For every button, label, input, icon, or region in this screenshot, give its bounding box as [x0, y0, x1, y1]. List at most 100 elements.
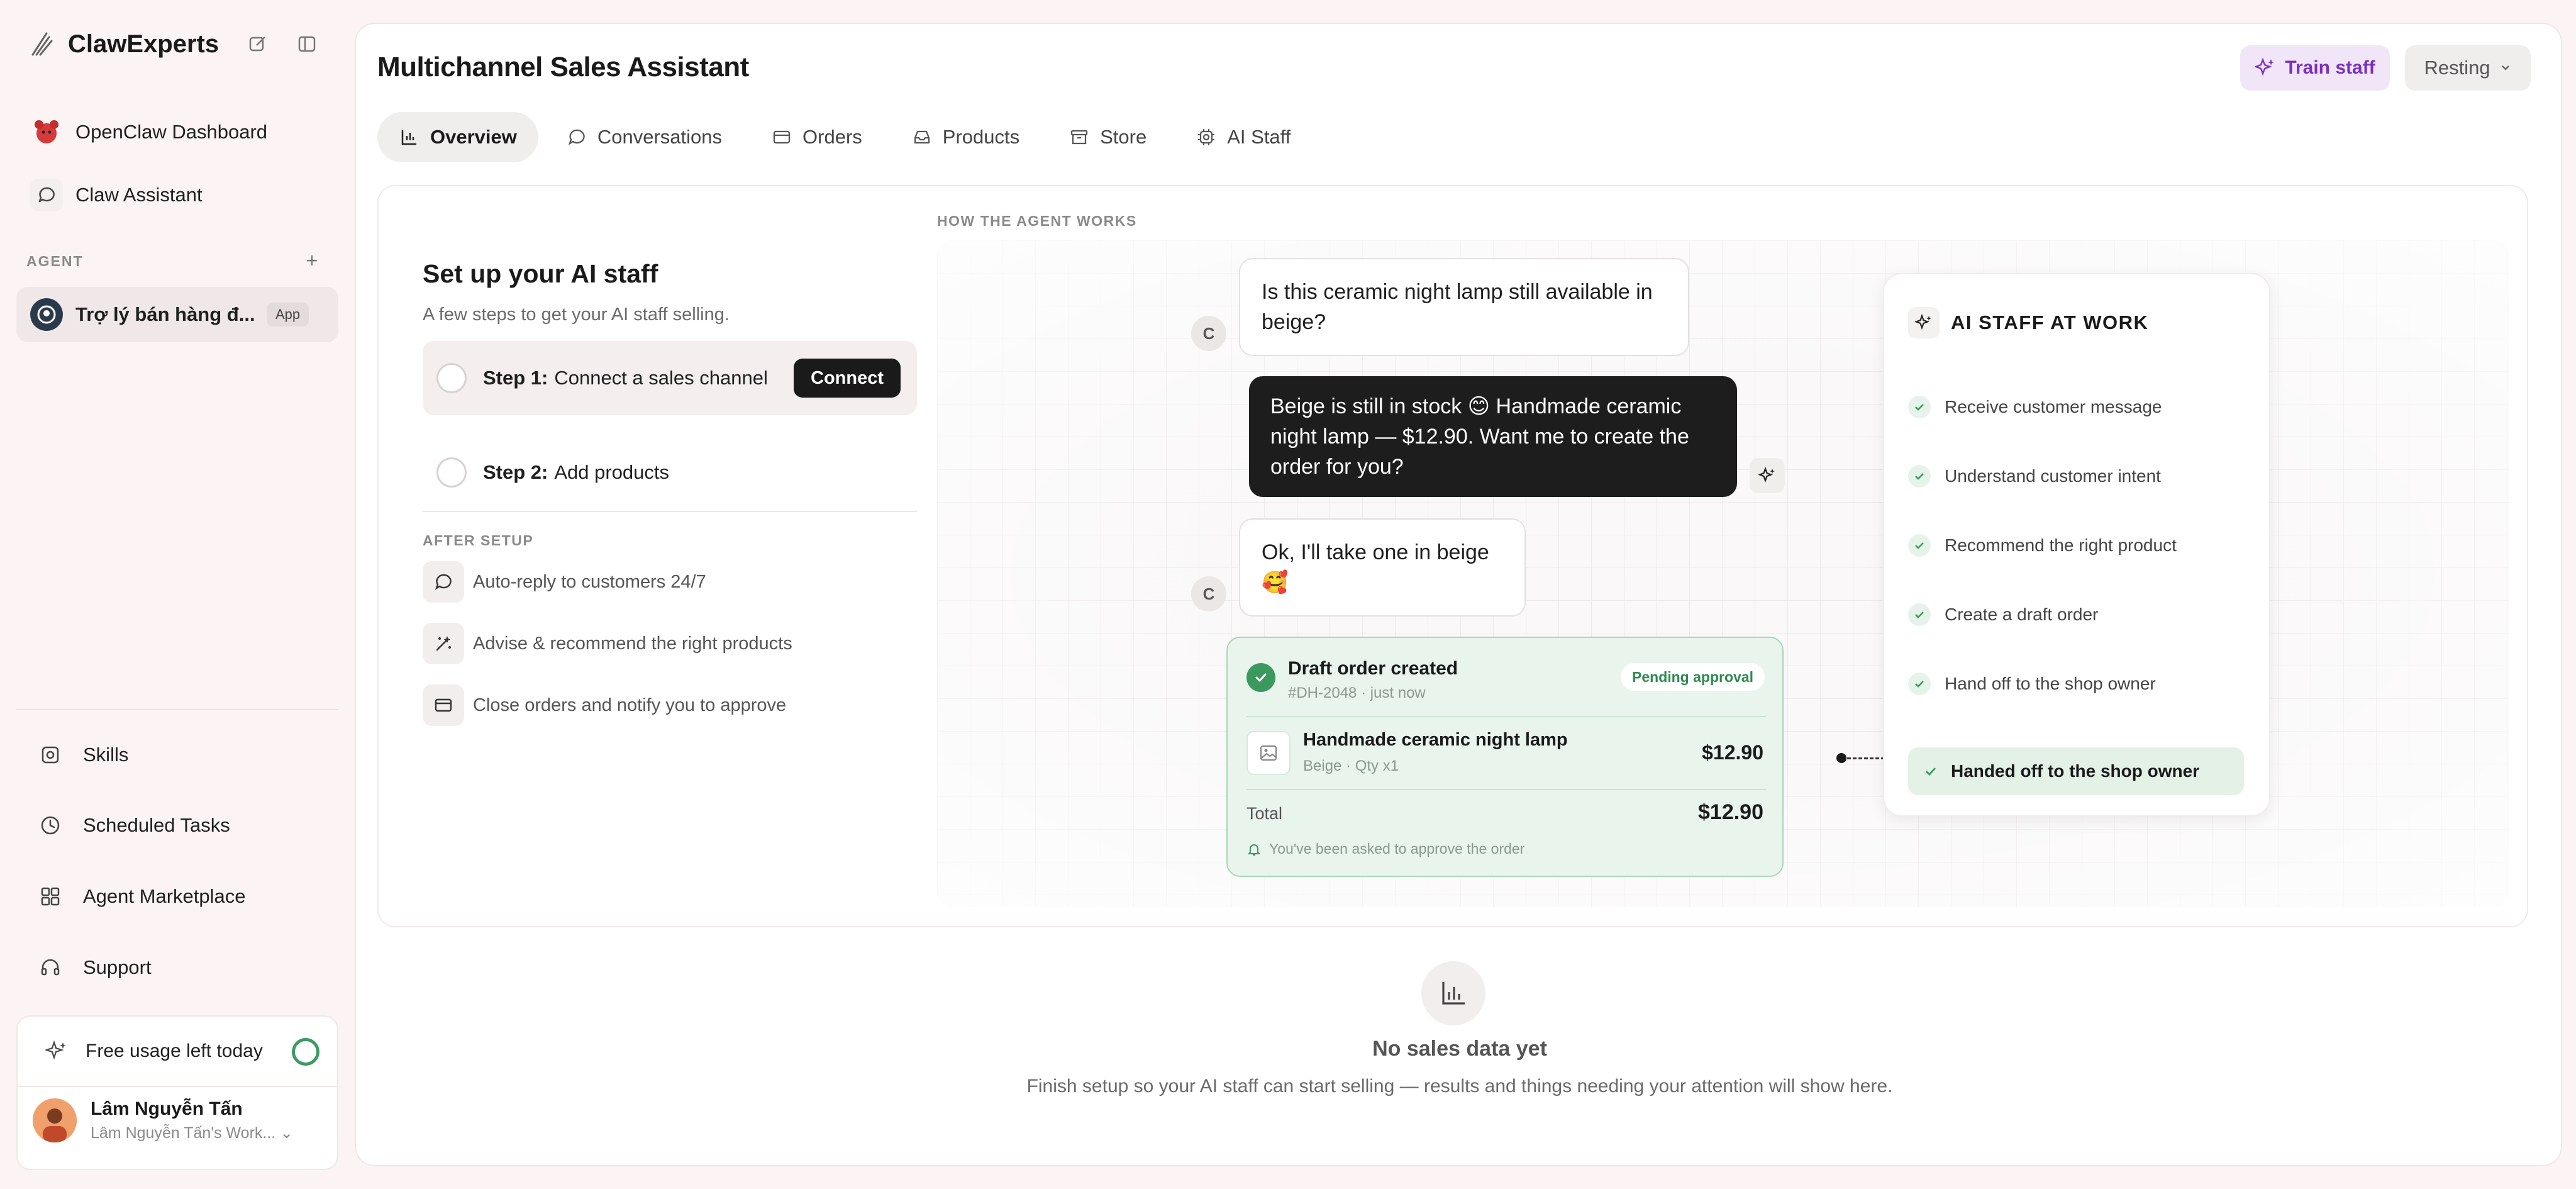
staff-step: Recommend the right product [1908, 530, 2177, 561]
sidebar-toggle-icon[interactable] [293, 30, 321, 58]
draft-order-card[interactable]: Draft order created #DH-2048 · just now … [1226, 637, 1784, 877]
sidebar-item-openclaw-dashboard[interactable]: OpenClaw Dashboard [16, 104, 338, 160]
status-dropdown[interactable]: Resting [2405, 45, 2531, 91]
sparkle-icon [45, 1040, 66, 1060]
agent-avatar [30, 298, 63, 331]
tab-bar: Overview Conversations Orders Products S… [377, 112, 1318, 162]
chat-icon [423, 561, 464, 603]
chat-icon [566, 126, 587, 148]
connect-button[interactable]: Connect [794, 359, 901, 398]
feature-close-orders: Close orders and notify you to approve [423, 684, 786, 726]
grid-icon [38, 884, 63, 909]
chevron-down-icon: ⌄ [280, 1124, 294, 1142]
user-name: Lâm Nguyễn Tấn [91, 1098, 243, 1119]
train-staff-button[interactable]: Train staff [2240, 45, 2390, 91]
sidebar-item-label: Scheduled Tasks [83, 814, 230, 836]
sidebar: ClawExperts OpenClaw Dashboard Claw Assi… [0, 0, 353, 1189]
chevron-down-icon [2501, 65, 2509, 70]
order-title: Draft order created [1288, 658, 1458, 679]
page-title: Multichannel Sales Assistant [377, 52, 749, 82]
feature-recommend: Advise & recommend the right products [423, 623, 792, 664]
user-card: Free usage left today Lâm Nguyễn Tấn Lâm… [16, 1015, 338, 1170]
ai-staff-card: AI STAFF AT WORK Receive customer messag… [1883, 273, 2270, 817]
agent-section-label: AGENT [26, 253, 84, 269]
magic-wand-icon [423, 623, 464, 664]
brand[interactable]: ClawExperts [28, 26, 219, 62]
user-avatar [33, 1098, 77, 1142]
skills-icon [38, 742, 63, 768]
agent-demo-canvas: C Is this ceramic night lamp still avail… [937, 240, 2509, 907]
ai-sparkle-icon [1908, 307, 1940, 338]
sidebar-item-skills[interactable]: Skills [16, 727, 338, 783]
customer-message: Ok, I'll take one in beige 🥰 [1239, 518, 1526, 617]
tab-products[interactable]: Products [890, 112, 1041, 162]
tab-conversations[interactable]: Conversations [545, 112, 743, 162]
order-meta: #DH-2048 · just now [1288, 684, 1426, 701]
staff-step: Understand customer intent [1908, 461, 2161, 492]
staff-step: Hand off to the shop owner [1908, 668, 2156, 700]
product-name: Handmade ceramic night lamp [1303, 730, 1568, 750]
sidebar-item-agent-marketplace[interactable]: Agent Marketplace [16, 869, 338, 924]
sidebar-item-label: Claw Assistant [75, 184, 203, 206]
staff-step: Receive customer message [1908, 391, 2162, 423]
setup-step-2[interactable]: Step 2: Add products [423, 435, 917, 510]
approval-note: You've been asked to approve the order [1246, 840, 1524, 857]
app-root: ClawExperts OpenClaw Dashboard Claw Assi… [0, 0, 2576, 1189]
total-label: Total [1246, 804, 1283, 823]
sidebar-item-support[interactable]: Support [16, 940, 338, 995]
customer-avatar: C [1191, 576, 1226, 611]
card-icon [423, 684, 464, 726]
product-meta: Beige · Qty x1 [1303, 757, 1399, 774]
product-price: $12.90 [1702, 741, 1763, 764]
sidebar-item-label: OpenClaw Dashboard [75, 121, 268, 143]
check-icon [1908, 534, 1931, 557]
bell-icon [1247, 844, 1261, 856]
sidebar-item-label: Support [83, 956, 152, 978]
check-icon [1908, 465, 1931, 488]
empty-state-subtitle: Finish setup so your AI staff can start … [1026, 1076, 1893, 1097]
bar-chart-icon [399, 126, 420, 148]
check-circle-icon [1246, 663, 1275, 692]
sidebar-item-agent[interactable]: Trợ lý bán hàng đ... App [16, 287, 338, 342]
user-workspace: Lâm Nguyễn Tấn's Work... ⌄ [91, 1124, 294, 1142]
tab-orders[interactable]: Orders [750, 112, 884, 162]
sparkle-icon [2255, 57, 2275, 76]
card-icon [771, 126, 792, 148]
new-chat-icon[interactable] [244, 30, 272, 58]
how-agent-works-label: HOW THE AGENT WORKS [937, 213, 1137, 229]
chat-icon [30, 179, 63, 211]
ai-sparkle-icon [1750, 458, 1785, 493]
sidebar-divider [16, 709, 338, 710]
setup-title: Set up your AI staff [423, 259, 658, 288]
step-checkbox[interactable] [436, 457, 467, 488]
usage-row[interactable]: Free usage left today [18, 1017, 337, 1087]
main-content: Multichannel Sales Assistant Train staff… [355, 23, 2562, 1166]
chip-icon [1196, 126, 1217, 148]
brand-name: ClawExperts [68, 30, 219, 58]
pending-approval-badge: Pending approval [1621, 663, 1765, 691]
tab-ai-staff[interactable]: AI Staff [1174, 112, 1312, 162]
sidebar-item-label: Skills [83, 744, 129, 766]
headset-icon [38, 955, 63, 980]
check-icon [1908, 673, 1931, 695]
check-icon [1908, 603, 1931, 626]
setup-step-1[interactable]: Step 1: Connect a sales channel Connect [423, 341, 917, 415]
step-checkbox[interactable] [436, 363, 467, 393]
staff-step: Create a draft order [1908, 599, 2098, 630]
app-badge: App [267, 303, 309, 327]
clock-icon [38, 813, 63, 838]
user-row[interactable]: Lâm Nguyễn Tấn Lâm Nguyễn Tấn's Work... … [33, 1098, 293, 1142]
connector-dot [1836, 753, 1846, 763]
tab-overview[interactable]: Overview [377, 112, 538, 162]
sidebar-item-label: Agent Marketplace [83, 885, 246, 907]
add-agent-button[interactable]: + [301, 249, 323, 272]
ai-staff-title: AI STAFF AT WORK [1908, 307, 2148, 338]
setup-subtitle: A few steps to get your AI staff selling… [423, 304, 730, 325]
claw-logo-icon [31, 32, 53, 56]
usage-ring-icon [292, 1038, 319, 1066]
sidebar-item-scheduled-tasks[interactable]: Scheduled Tasks [16, 798, 338, 853]
overview-panel: Set up your AI staff A few steps to get … [377, 185, 2528, 927]
tab-store[interactable]: Store [1047, 112, 1168, 162]
sidebar-item-claw-assistant[interactable]: Claw Assistant [16, 167, 338, 223]
setup-divider [423, 511, 917, 512]
